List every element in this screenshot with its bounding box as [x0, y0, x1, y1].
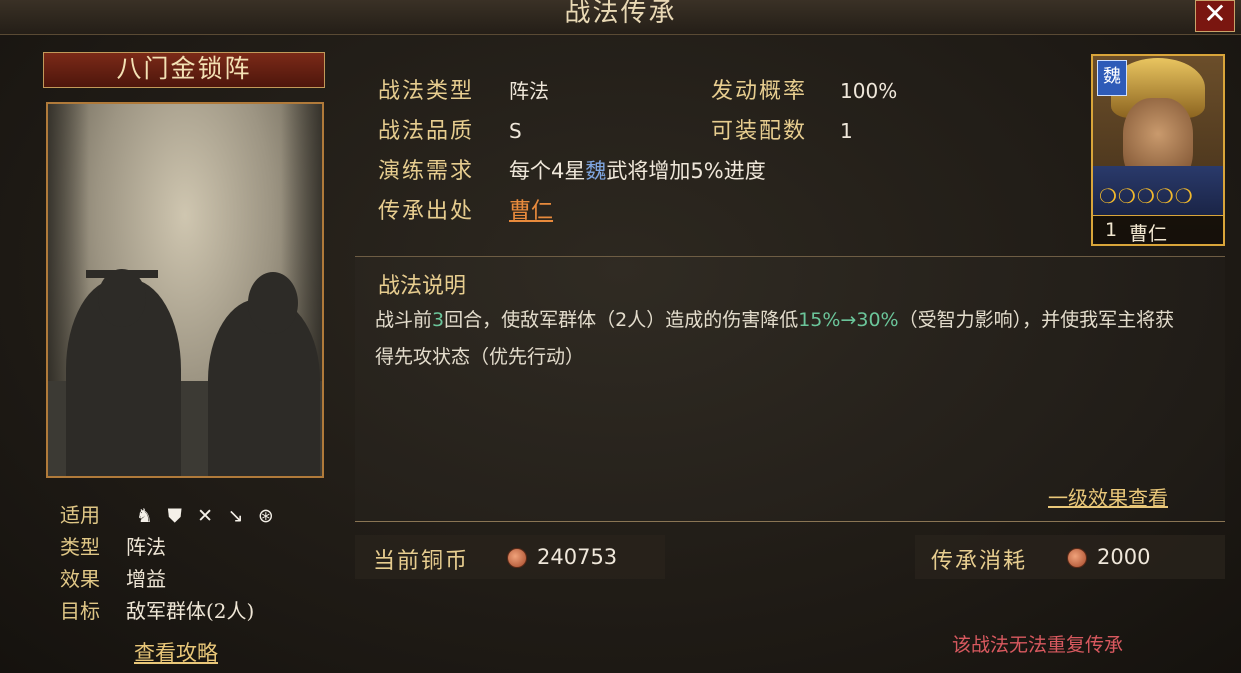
apply-row: 适用 ♞ ⛊ ✕ ↘ ⊛ [60, 499, 278, 528]
type-value: 阵法 [126, 535, 166, 559]
type-row: 类型 阵法 [60, 531, 166, 560]
skill-type-value: 阵法 [509, 79, 550, 103]
vehicle-icon: ⊛ [257, 505, 274, 527]
target-value: 敌军群体(2人) [126, 599, 255, 623]
current-coins-label: 当前铜币 [373, 549, 470, 574]
faction-highlight: 魏 [585, 159, 607, 183]
hero-namebar: 1 曹仁 [1093, 215, 1223, 244]
skill-artwork [46, 102, 324, 478]
desc-part1: 战斗前 [375, 309, 433, 331]
cannot-repeat-warning: 该战法无法重复传承 [952, 634, 1124, 656]
quality-label: 战法品质 [378, 119, 475, 144]
source-hero-link[interactable]: 曹仁 [509, 199, 553, 224]
slots-label: 可装配数 [711, 119, 808, 144]
source-row: 传承出处 曹仁 [378, 193, 553, 225]
archer-icon: ✕ [197, 505, 214, 527]
unit-icons: ♞ ⛊ ✕ ↘ ⊛ [132, 503, 277, 527]
train-label: 演练需求 [378, 159, 475, 184]
inherit-cost-label: 传承消耗 [931, 549, 1028, 574]
type-label: 类型 [60, 535, 100, 559]
effect-value: 增益 [126, 567, 166, 591]
apply-label: 适用 [60, 503, 100, 527]
current-coins-box: 当前铜币 240753 [355, 535, 665, 579]
silhouette-hat [86, 270, 158, 278]
source-label: 传承出处 [378, 199, 475, 224]
skill-name-banner: 八门金锁阵 [43, 52, 325, 88]
faction-badge: 魏 [1097, 60, 1127, 96]
desc-part2: 回合，使敌军群体（2人）造成的伤害降低 [444, 309, 799, 331]
spear-icon: ↘ [227, 505, 244, 527]
effect-row: 效果 增益 [60, 563, 166, 592]
train-value: 每个4星魏武将增加5%进度 [509, 159, 766, 183]
desc-rounds: 3 [432, 309, 445, 331]
shield-icon: ⛊ [167, 505, 182, 527]
skill-type-label: 战法类型 [378, 79, 475, 104]
view-guide-link[interactable]: 查看攻略 [134, 637, 218, 667]
inherit-cost-value: 2000 [1097, 545, 1151, 569]
quality-value: S [509, 119, 522, 143]
star-rating: ❍❍❍❍❍ [1099, 184, 1194, 208]
hero-name: 曹仁 [1129, 223, 1168, 245]
cavalry-icon: ♞ [135, 505, 153, 527]
copper-coin-icon [507, 548, 527, 568]
description-text: 战斗前3回合，使敌军群体（2人）造成的伤害降低15%→30%（受智力影响），并使… [375, 302, 1175, 376]
current-coins-value: 240753 [537, 545, 618, 569]
target-row: 目标 敌军群体(2人) [60, 595, 254, 624]
train-pre: 每个4星 [509, 159, 586, 183]
trigger-rate-value: 100% [840, 79, 898, 103]
silhouette-right-head [248, 272, 298, 334]
close-button[interactable]: ✕ [1195, 0, 1235, 32]
slots-row: 可装配数 1 [711, 113, 853, 145]
inherit-cost-box: 传承消耗 2000 [915, 535, 1225, 579]
skill-type-row: 战法类型 阵法 [378, 73, 549, 105]
hero-card[interactable]: 魏 ❍❍❍❍❍ 1 曹仁 [1091, 54, 1225, 246]
title-bar: 战法传承 ✕ [0, 0, 1241, 35]
trigger-rate-label: 发动概率 [711, 79, 808, 104]
hero-level: 1 [1105, 219, 1118, 241]
trigger-rate-row: 发动概率 100% [711, 73, 897, 105]
slots-value: 1 [840, 119, 853, 143]
train-row: 演练需求 每个4星魏武将增加5%进度 [378, 153, 766, 185]
quality-row: 战法品质 S [378, 113, 522, 145]
description-title: 战法说明 [378, 274, 467, 299]
effect-label: 效果 [60, 567, 100, 591]
desc-range: 15%→30% [798, 309, 899, 331]
train-post: 武将增加5%进度 [606, 159, 766, 183]
window-title: 战法传承 [564, 0, 677, 28]
level-one-effect-link[interactable]: 一级效果查看 [1048, 482, 1168, 511]
copper-coin-icon [1067, 548, 1087, 568]
target-label: 目标 [60, 599, 100, 623]
